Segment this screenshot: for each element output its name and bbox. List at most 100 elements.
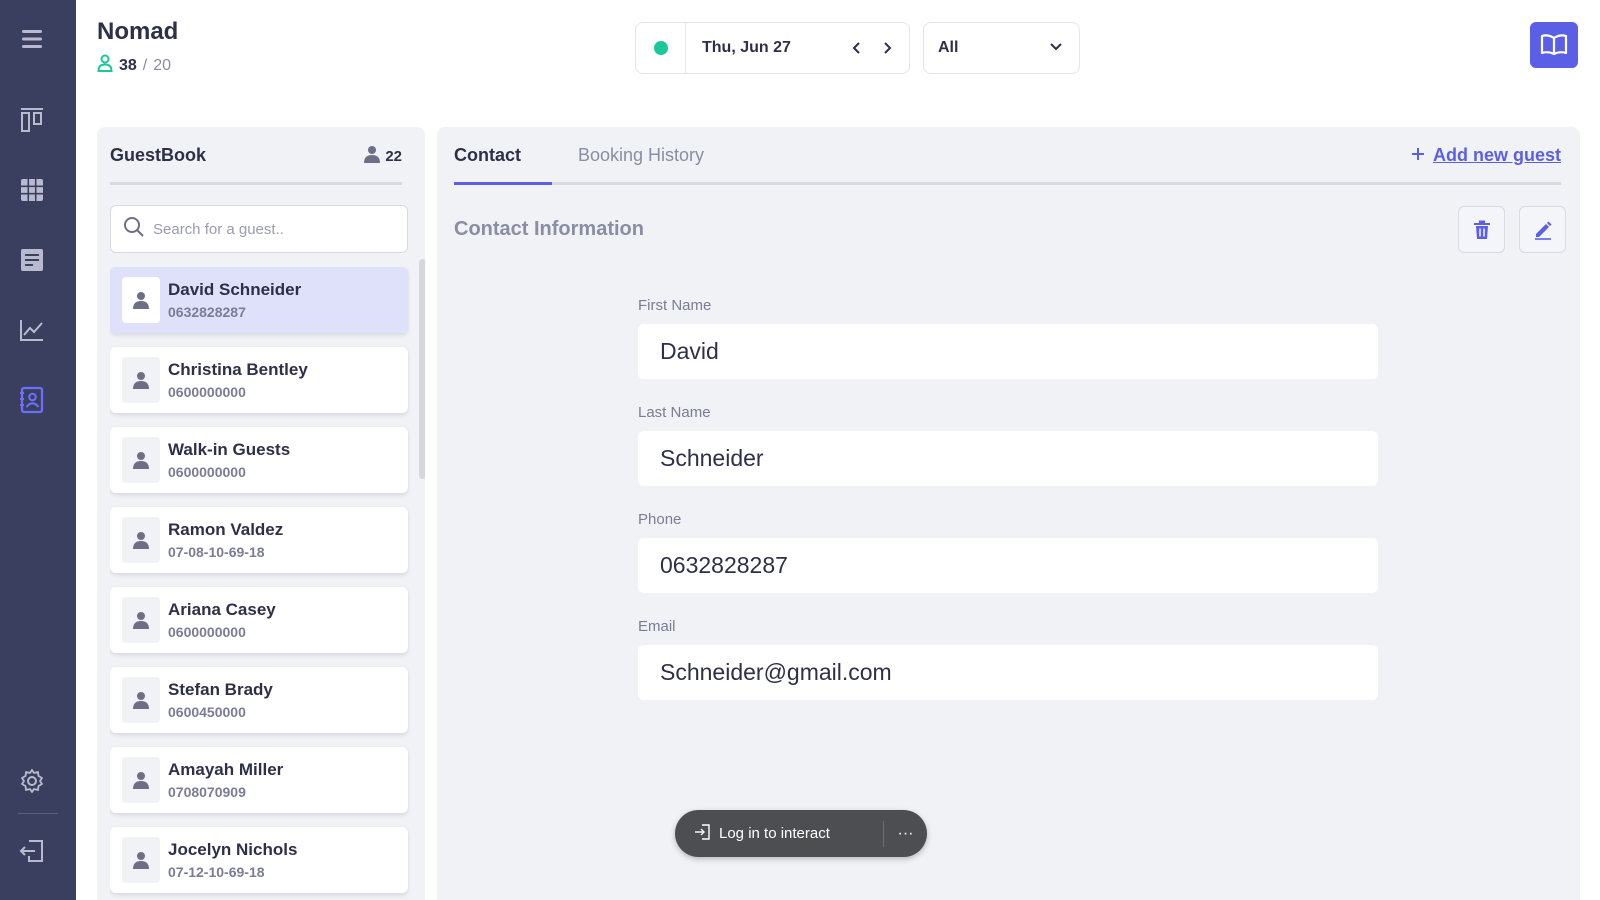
login-label: Log in to interact: [719, 825, 830, 842]
book-open-icon: [1540, 34, 1568, 56]
person-icon: [133, 852, 149, 869]
current-date[interactable]: Thu, Jun 27: [702, 39, 842, 57]
avatar: [122, 357, 160, 403]
avatar: [122, 837, 160, 883]
report-icon[interactable]: [17, 245, 47, 275]
chevron-left-icon[interactable]: [842, 33, 872, 63]
status-indicator: [636, 23, 686, 73]
guest-list: David Schneider 0632828287 Christina Ben…: [110, 267, 410, 900]
logout-icon[interactable]: [17, 836, 47, 866]
guest-phone: 0600000000: [168, 464, 246, 480]
person-icon: [133, 372, 149, 389]
chart-icon[interactable]: [17, 315, 47, 345]
delete-button[interactable]: [1458, 206, 1505, 253]
person-icon: [133, 452, 149, 469]
first-name-field[interactable]: [638, 324, 1378, 379]
edit-button[interactable]: [1519, 206, 1566, 253]
guest-phone: 0600000000: [168, 624, 246, 640]
guest-card[interactable]: Stefan Brady 0600450000: [110, 667, 408, 733]
guestbook-panel: GuestBook 22 David Schneider 0632828287 …: [97, 127, 425, 900]
guest-phone: 0600000000: [168, 384, 246, 400]
avatar: [122, 757, 160, 803]
grid-icon[interactable]: [17, 175, 47, 205]
tab-contact[interactable]: Contact: [454, 145, 521, 185]
guestbook-header: GuestBook 22: [110, 145, 402, 185]
person-icon: [97, 54, 113, 77]
add-guest-link[interactable]: Add new guest: [1411, 145, 1561, 166]
section-title: Contact Information: [454, 218, 644, 240]
guest-count-value: 22: [385, 147, 402, 165]
menu-icon[interactable]: [17, 24, 47, 54]
occupancy-total: 20: [153, 56, 172, 74]
avatar: [122, 517, 160, 563]
sidebar: [0, 0, 76, 900]
avatar: [122, 277, 160, 323]
guest-name: Ariana Casey: [168, 600, 276, 619]
guest-card[interactable]: Christina Bentley 0600000000: [110, 347, 408, 413]
login-prompt: Log in to interact ···: [675, 810, 927, 857]
first-name-label: First Name: [638, 297, 712, 314]
login-button[interactable]: Log in to interact: [675, 810, 883, 857]
guestbook-icon[interactable]: [17, 385, 47, 415]
last-name-field[interactable]: [638, 431, 1378, 486]
date-selector: Thu, Jun 27: [635, 22, 910, 74]
guest-card[interactable]: David Schneider 0632828287: [110, 267, 408, 333]
guest-card[interactable]: Ariana Casey 0600000000: [110, 587, 408, 653]
chevron-right-icon[interactable]: [872, 33, 902, 63]
occupancy-current: 38: [119, 56, 137, 74]
avatar: [122, 597, 160, 643]
guest-list-scrollbar[interactable]: [419, 259, 425, 479]
status-dot: [653, 41, 668, 55]
app-title: Nomad: [97, 18, 179, 45]
person-icon: [133, 612, 149, 629]
occupancy-indicator: 38 / 20: [97, 54, 171, 77]
guest-name: Christina Bentley: [168, 360, 308, 379]
guest-phone: 0708070909: [168, 784, 246, 800]
guest-count: 22: [363, 145, 402, 167]
guestbook-title: GuestBook: [110, 145, 207, 165]
guest-phone: 07-08-10-69-18: [168, 544, 265, 560]
add-guest-label: Add new guest: [1432, 145, 1561, 165]
guest-name: Walk-in Guests: [168, 440, 291, 459]
guest-card[interactable]: Walk-in Guests 0600000000: [110, 427, 408, 493]
guest-name: Jocelyn Nichols: [168, 840, 298, 859]
search-input[interactable]: [153, 220, 393, 238]
guest-phone: 0632828287: [168, 304, 246, 320]
person-icon: [133, 772, 149, 789]
guest-phone: 07-12-10-69-18: [168, 864, 265, 880]
search-box: [110, 205, 408, 253]
plus-icon: [1411, 145, 1425, 166]
guest-card[interactable]: Amayah Miller 0708070909: [110, 747, 408, 813]
person-icon: [363, 145, 381, 167]
phone-label: Phone: [638, 511, 682, 528]
guest-name: Stefan Brady: [168, 680, 273, 699]
avatar: [122, 677, 160, 723]
pencil-icon: [1534, 221, 1551, 240]
gear-icon[interactable]: [17, 766, 47, 796]
tab-booking-history[interactable]: Booking History: [578, 145, 704, 185]
book-open-button[interactable]: [1530, 22, 1578, 68]
trash-icon: [1473, 220, 1490, 239]
filter-value: All: [938, 39, 959, 56]
login-icon: [693, 823, 711, 845]
board-icon[interactable]: [17, 105, 47, 135]
email-field[interactable]: [638, 645, 1378, 700]
email-label: Email: [638, 618, 676, 635]
tab-bar: Contact Booking History Add new guest: [454, 145, 1561, 185]
search-icon: [123, 216, 145, 243]
person-icon: [133, 692, 149, 709]
ellipsis-icon: ···: [897, 824, 914, 842]
guest-phone: 0600450000: [168, 704, 246, 720]
guest-name: Ramon Valdez: [168, 520, 284, 539]
person-icon: [133, 532, 149, 549]
filter-dropdown[interactable]: All: [923, 22, 1080, 74]
guest-card[interactable]: Jocelyn Nichols 07-12-10-69-18: [110, 827, 408, 893]
contact-panel: Contact Booking History Add new guest Co…: [437, 127, 1580, 900]
guest-card[interactable]: Ramon Valdez 07-08-10-69-18: [110, 507, 408, 573]
person-icon: [133, 292, 149, 309]
phone-field[interactable]: [638, 538, 1378, 593]
more-options-button[interactable]: ···: [884, 810, 927, 857]
active-tab-indicator: [454, 182, 552, 185]
guest-name: David Schneider: [168, 280, 302, 299]
guest-name: Amayah Miller: [168, 760, 284, 779]
